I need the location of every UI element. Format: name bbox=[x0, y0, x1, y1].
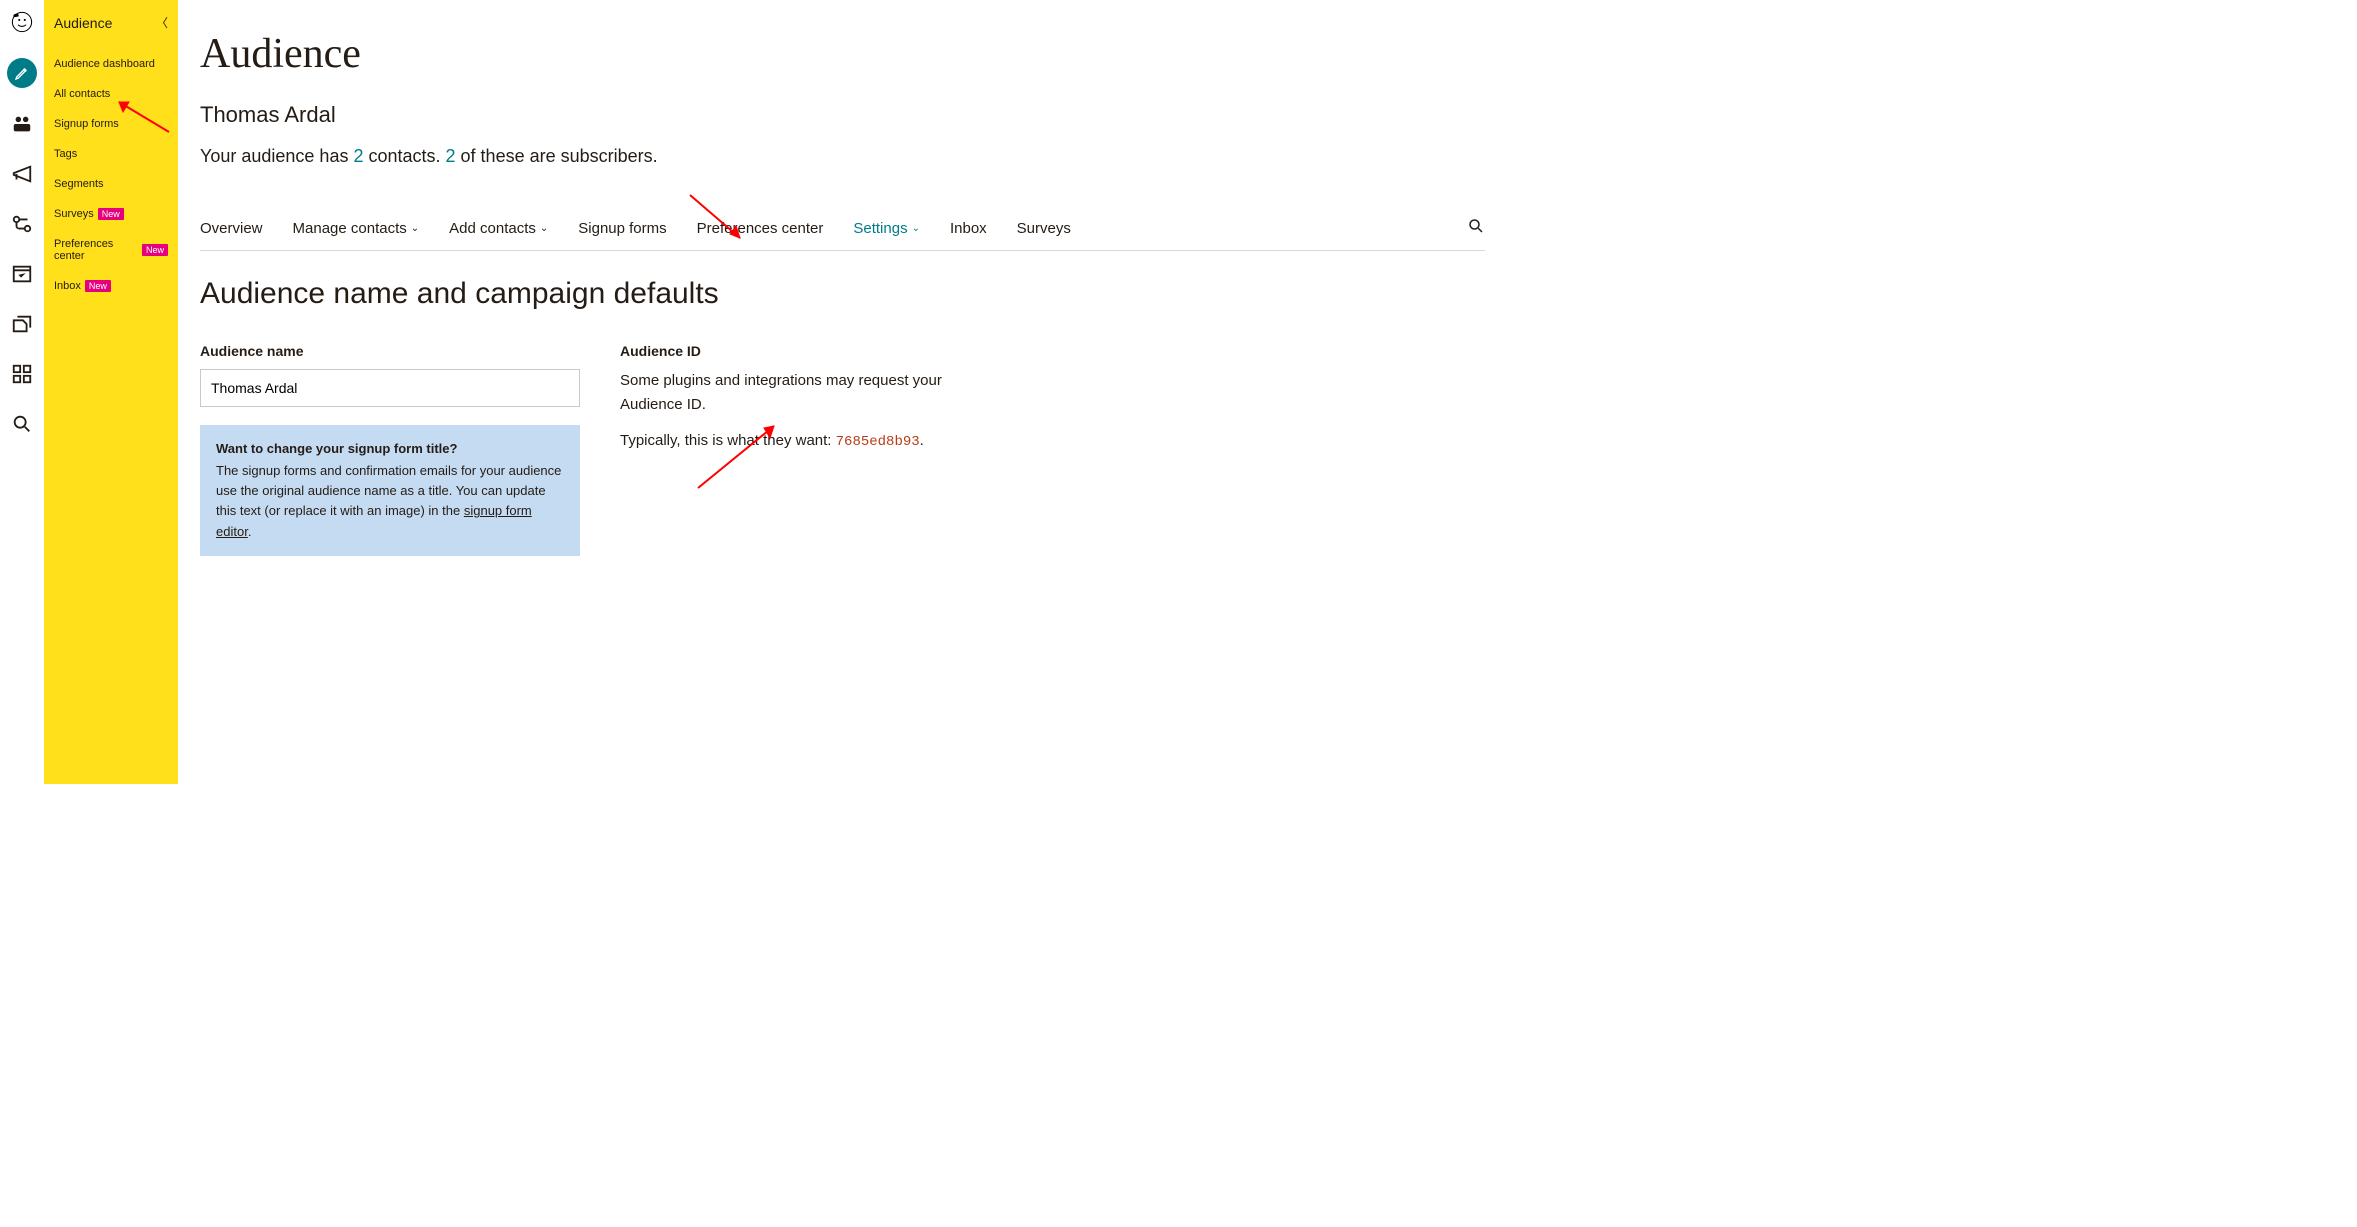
tab-surveys[interactable]: Surveys bbox=[1017, 220, 1071, 237]
chevron-down-icon: ⌄ bbox=[540, 223, 548, 234]
sidebar-item-label: Tags bbox=[54, 148, 77, 160]
sidebar-title: Audience bbox=[54, 15, 112, 31]
sidebar-item-label: Inbox bbox=[54, 280, 81, 292]
audience-id-label: Audience ID bbox=[620, 343, 980, 359]
main-content: Audience Thomas Ardal Your audience has … bbox=[178, 0, 1505, 784]
content-icon[interactable] bbox=[8, 310, 36, 338]
sidebar-item-label: Segments bbox=[54, 178, 104, 190]
subscribers-count: 2 bbox=[446, 146, 456, 166]
sidebar-item-label: Signup forms bbox=[54, 118, 119, 130]
contacts-count: 2 bbox=[353, 146, 363, 166]
create-icon[interactable] bbox=[7, 58, 37, 88]
audience-id-column: Audience ID Some plugins and integration… bbox=[620, 343, 980, 556]
sidebar-item-audience-dashboard[interactable]: Audience dashboard bbox=[44, 49, 178, 79]
sidebar-item-label: Audience dashboard bbox=[54, 58, 155, 70]
sidebar-item-signup-forms[interactable]: Signup forms bbox=[44, 109, 178, 139]
tab-signup-forms[interactable]: Signup forms bbox=[578, 220, 666, 237]
sidebar-item-inbox[interactable]: Inbox New bbox=[44, 271, 178, 301]
sidebar-item-label: All contacts bbox=[54, 88, 110, 100]
new-badge: New bbox=[98, 208, 124, 220]
sidebar: Audience 〈 Audience dashboard All contac… bbox=[44, 0, 178, 784]
campaigns-icon[interactable] bbox=[8, 160, 36, 188]
audience-name-input[interactable] bbox=[200, 369, 580, 407]
audience-id-description: Some plugins and integrations may reques… bbox=[620, 369, 980, 453]
sidebar-item-segments[interactable]: Segments bbox=[44, 169, 178, 199]
audience-name-label: Audience name bbox=[200, 343, 580, 359]
chevron-left-icon: 〈 bbox=[156, 14, 168, 31]
sidebar-item-label: Preferences center bbox=[54, 238, 138, 262]
tab-preferences-center[interactable]: Preferences center bbox=[697, 220, 824, 237]
tab-overview[interactable]: Overview bbox=[200, 220, 263, 237]
sidebar-header[interactable]: Audience 〈 bbox=[44, 8, 178, 49]
audience-stats: Your audience has 2 contacts. 2 of these… bbox=[200, 146, 1485, 167]
info-box-title: Want to change your signup form title? bbox=[216, 439, 564, 459]
audience-icon[interactable] bbox=[8, 110, 36, 138]
sidebar-item-surveys[interactable]: Surveys New bbox=[44, 199, 178, 229]
chevron-down-icon: ⌄ bbox=[912, 223, 920, 234]
page-title: Audience bbox=[200, 30, 1485, 78]
sidebar-item-all-contacts[interactable]: All contacts bbox=[44, 79, 178, 109]
search-icon[interactable] bbox=[1467, 217, 1485, 240]
new-badge: New bbox=[142, 244, 168, 256]
new-badge: New bbox=[85, 280, 111, 292]
signup-form-info-box: Want to change your signup form title? T… bbox=[200, 425, 580, 556]
tab-add-contacts[interactable]: Add contacts⌄ bbox=[449, 220, 548, 237]
tab-inbox[interactable]: Inbox bbox=[950, 220, 987, 237]
section-title: Audience name and campaign defaults bbox=[200, 277, 1485, 311]
tab-manage-contacts[interactable]: Manage contacts⌄ bbox=[293, 220, 420, 237]
search-rail-icon[interactable] bbox=[8, 410, 36, 438]
audience-name-column: Audience name Want to change your signup… bbox=[200, 343, 580, 556]
freddie-logo-icon[interactable] bbox=[8, 8, 36, 36]
icon-rail bbox=[0, 0, 44, 784]
audience-owner-name: Thomas Ardal bbox=[200, 102, 1485, 128]
sidebar-item-tags[interactable]: Tags bbox=[44, 139, 178, 169]
tab-settings[interactable]: Settings⌄ bbox=[853, 220, 920, 237]
audience-id-value: 7685ed8b93 bbox=[836, 434, 920, 450]
automations-icon[interactable] bbox=[8, 210, 36, 238]
website-icon[interactable] bbox=[8, 260, 36, 288]
chevron-down-icon: ⌄ bbox=[411, 223, 419, 234]
tab-bar: Overview Manage contacts⌄ Add contacts⌄ … bbox=[200, 217, 1485, 251]
sidebar-item-preferences-center[interactable]: Preferences center New bbox=[44, 229, 178, 271]
sidebar-item-label: Surveys bbox=[54, 208, 94, 220]
integrations-icon[interactable] bbox=[8, 360, 36, 388]
